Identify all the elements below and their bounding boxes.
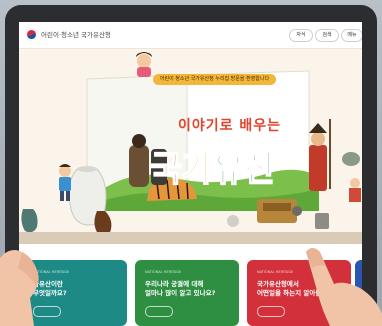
girl-figure (137, 54, 151, 68)
menu-button[interactable]: 메뉴 (341, 29, 362, 42)
title-char-2: 가 (180, 149, 214, 191)
table-shelf (19, 232, 362, 244)
site-title[interactable]: 어린이·청소년 국가유산청 (41, 29, 111, 39)
hero-title: 국가유산 (149, 141, 277, 192)
card-tag: NATIONAL HERITAGE (145, 270, 182, 274)
search-button[interactable]: 검색 (315, 29, 339, 42)
card-more-button[interactable] (257, 306, 285, 317)
nav-button-1[interactable]: 자식 (289, 29, 313, 42)
round-jar (227, 215, 239, 227)
left-hand (0, 250, 39, 326)
title-char-4: 산 (243, 149, 277, 191)
general-figure (309, 145, 327, 191)
hero-subtitle: 이야기로 배우는 (178, 118, 282, 134)
title-char-1: 국 (149, 149, 183, 191)
green-pottery (21, 209, 38, 233)
right-hand (306, 248, 382, 326)
card-title: 우리나라 궁궐에 대해 얼마나 많이 알고 있나요? (145, 280, 215, 298)
welcome-banner: 어린이 청소년 국가유산청 누리집 방문을 환영합니다 (153, 74, 276, 85)
title-char-3: 유 (212, 149, 246, 191)
card-title-line2: 얼마나 많이 알고 있나요? (145, 289, 216, 297)
celadon-bowl (342, 152, 360, 166)
card-more-button[interactable] (145, 306, 173, 317)
scholar-statue (129, 145, 149, 187)
card-palace[interactable]: NATIONAL HERITAGE 우리나라 궁궐에 대해 얼마나 많이 알고 … (135, 260, 239, 326)
site-header: 어린이·청소년 국가유산청 자식 검색 메뉴 (19, 22, 362, 49)
government-logo-icon[interactable] (25, 28, 38, 41)
card-title-line1: 우리나라 궁궐에 대해 (145, 280, 204, 288)
card-tag: NATIONAL HERITAGE (257, 270, 294, 274)
